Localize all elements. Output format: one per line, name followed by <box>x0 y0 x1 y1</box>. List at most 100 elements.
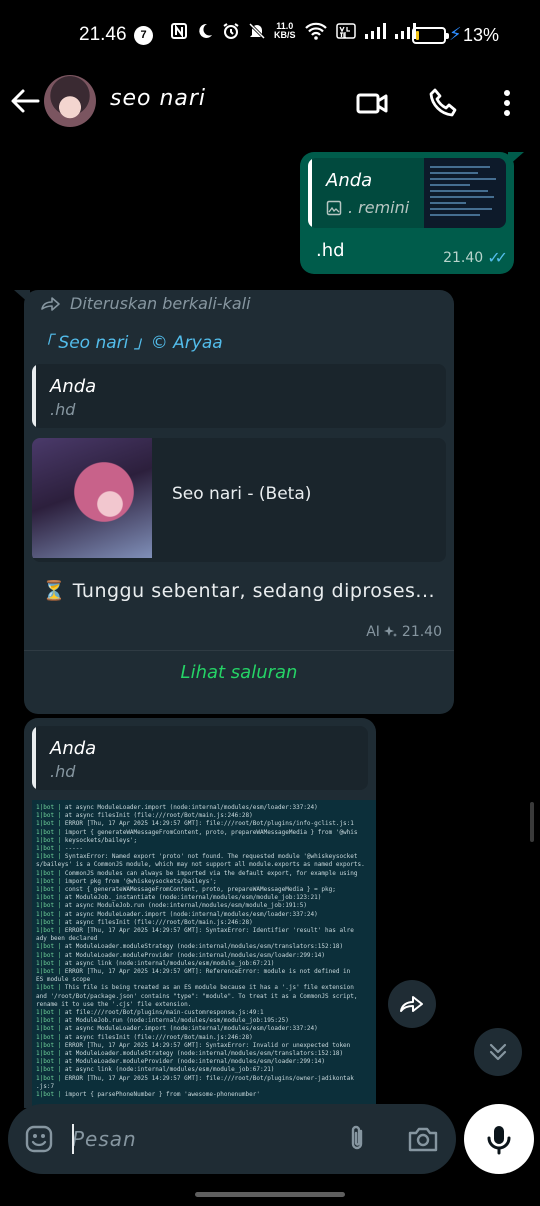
camera-icon[interactable] <box>406 1124 440 1154</box>
volte-icon <box>335 23 356 39</box>
sparkle-icon <box>383 626 397 637</box>
terminal-line-tag: 1|bot | <box>36 968 65 975</box>
terminal-line-tag: 1|bot | <box>36 869 65 877</box>
see-channel-button[interactable]: Lihat saluran <box>24 662 454 683</box>
terminal-line-text: at async ModuleLoader.import (node:inter… <box>64 910 318 918</box>
terminal-line-tag: 1|bot | <box>36 1017 65 1025</box>
back-arrow-icon[interactable] <box>8 84 42 118</box>
quote-text: .hd <box>50 762 76 781</box>
terminal-line-text: const { generateWAMessageFromContent, pr… <box>64 886 336 893</box>
avatar[interactable] <box>44 75 96 127</box>
terminal-line: 1|bot | at async link (node:internal/mod… <box>36 960 274 967</box>
status-time: 21.46 <box>79 24 127 45</box>
message-time: 21.40 <box>443 249 484 266</box>
moon-icon <box>199 23 212 38</box>
chat-header: seo nari <box>0 72 540 142</box>
status-icons: 11.0 KB/S <box>170 22 416 40</box>
contact-name[interactable]: seo nari <box>110 86 206 111</box>
forward-button[interactable] <box>388 980 436 1028</box>
terminal-line: 1|bot | at ModuleJob._instantiate (node:… <box>36 894 321 901</box>
forward-icon <box>41 296 60 311</box>
gesture-navigation-bar[interactable] <box>195 1192 345 1197</box>
message-list[interactable]: Anda . remini .hd 21.40 ✓✓ Diteruskan be… <box>0 142 540 1108</box>
terminal-line-text: at ModuleJob.run (node:internal/modules/… <box>64 1017 289 1025</box>
terminal-line: 1|bot | import { generateWAMessageFromCo… <box>36 829 358 836</box>
terminal-line-text: ES module scope <box>36 976 91 984</box>
terminal-line: ady been declared <box>36 935 97 942</box>
terminal-line-text: at file:///root/Bot/plugins/main-customr… <box>64 1009 264 1016</box>
video-call-icon[interactable] <box>355 86 389 120</box>
terminal-line: 1|bot | CommonJS modules can always be i… <box>36 870 358 877</box>
signal-icon <box>364 23 386 39</box>
terminal-line-tag: 1|bot | <box>36 1025 65 1033</box>
forwarded-message[interactable]: Diteruskan berkali-kali 「 Seo nari 」© Ar… <box>24 290 454 714</box>
terminal-line: 1|bot | at async link (node:internal/mod… <box>36 1066 274 1073</box>
terminal-line-tag: 1|bot | <box>36 927 65 934</box>
terminal-line-text: .js:7 <box>36 1082 55 1090</box>
terminal-line: 1|bot | at ModuleLoader.moduleStrategy (… <box>36 1050 343 1057</box>
forwarded-text: Diteruskan berkali-kali <box>70 294 251 313</box>
mute-icon <box>248 22 266 40</box>
terminal-line: 1|bot | ERROR [Thu, 17 Apr 2025 14:29:57… <box>36 968 350 975</box>
terminal-line-text: SyntaxError: Named export 'proto' not fo… <box>64 853 358 861</box>
network-speed: 11.0 KB/S <box>274 22 296 40</box>
terminal-screenshot[interactable]: 1|bot | at async ModuleLoader.import (no… <box>32 800 376 1108</box>
quote-bar <box>32 726 36 790</box>
terminal-line-tag: 1|bot | <box>36 910 65 918</box>
quoted-message[interactable]: Anda .hd <box>32 726 368 790</box>
message-input[interactable] <box>72 1120 322 1158</box>
terminal-line-text: CommonJS modules can always be imported … <box>64 869 358 877</box>
terminal-line-tag: 1|bot | <box>36 1058 65 1066</box>
scroll-to-bottom-button[interactable] <box>474 1028 522 1076</box>
terminal-line: 1|bot | ERROR [Thu, 17 Apr 2025 14:29:57… <box>36 1075 354 1082</box>
terminal-line-text: ERROR [Thu, 17 Apr 2025 14:29:57 GMT]: R… <box>64 968 351 975</box>
terminal-line-text: at async ModuleJob.run (node:internal/mo… <box>64 902 307 910</box>
terminal-line-text: at ModuleJob._instantiate (node:internal… <box>64 894 322 902</box>
ai-label: AI <box>366 624 380 640</box>
terminal-line: and '/root/Bot/package.json' contains "t… <box>36 993 358 1000</box>
terminal-line-text: at async filesInit (file:///root/Bot/mai… <box>64 918 253 926</box>
phone-icon[interactable] <box>426 86 460 120</box>
terminal-line: 1|bot | const { generateWAMessageFromCon… <box>36 886 336 893</box>
terminal-line-text: import { generateWAMessageFromContent, p… <box>64 828 358 836</box>
terminal-line-text: at async ModuleLoader.import (node:inter… <box>64 804 318 811</box>
quoted-message[interactable]: Anda .hd <box>32 364 446 428</box>
mic-icon <box>487 1126 511 1155</box>
terminal-line-tag: 1|bot | <box>36 845 65 852</box>
emoji-icon[interactable] <box>24 1124 54 1154</box>
image-message[interactable]: Anda .hd 1|bot | at async ModuleLoader.i… <box>24 718 376 1108</box>
forwarded-label: Diteruskan berkali-kali <box>40 294 251 313</box>
terminal-line-tag: 1|bot | <box>36 836 65 844</box>
message-meta: AI 21.40 <box>366 624 442 640</box>
image-icon <box>326 200 342 215</box>
terminal-line-text: at ModuleLoader.moduleStrategy (node:int… <box>64 1050 344 1057</box>
terminal-line-tag: 1|bot | <box>36 1050 65 1057</box>
terminal-line-tag: 1|bot | <box>36 951 65 959</box>
terminal-line-text: keysockets/baileys'; <box>64 836 138 844</box>
terminal-line-tag: 1|bot | <box>36 984 65 992</box>
terminal-line: 1|bot | at ModuleLoader.moduleProvider (… <box>36 1058 325 1065</box>
message-text: ⏳ Tunggu sebentar, sedang diproses... <box>42 580 436 602</box>
link-preview[interactable]: Seo nari - (Beta) <box>32 438 446 562</box>
terminal-line-tag: 1|bot | <box>36 877 65 885</box>
channel-name[interactable]: 「 Seo nari 」© Aryaa <box>36 328 223 353</box>
terminal-line-tag: 1|bot | <box>36 828 65 836</box>
terminal-line-tag: 1|bot | <box>36 1009 65 1016</box>
terminal-line-text: at async filesInit (file:///root/Bot/mai… <box>64 1033 253 1041</box>
notification-count-badge: 7 <box>134 26 153 45</box>
quote-text: . remini <box>348 198 410 217</box>
attach-icon[interactable] <box>342 1124 372 1154</box>
terminal-line-tag: 1|bot | <box>36 1091 65 1098</box>
more-vert-icon[interactable] <box>490 86 524 120</box>
text-caret <box>72 1124 74 1154</box>
outgoing-message[interactable]: Anda . remini .hd 21.40 ✓✓ <box>300 152 514 274</box>
terminal-line: 1|bot | at async filesInit (file:///root… <box>36 1034 253 1041</box>
network-speed-unit: KB/S <box>274 30 296 40</box>
scrollbar[interactable] <box>530 802 534 842</box>
terminal-line-tag: 1|bot | <box>36 1066 65 1074</box>
terminal-line-text: ----- <box>64 845 83 852</box>
terminal-line-text: ERROR [Thu, 17 Apr 2025 14:29:57 GMT]: f… <box>64 820 354 828</box>
quoted-message[interactable]: Anda . remini <box>308 158 506 228</box>
voice-record-button[interactable] <box>464 1104 534 1174</box>
preview-title: Seo nari - (Beta) <box>172 484 312 504</box>
